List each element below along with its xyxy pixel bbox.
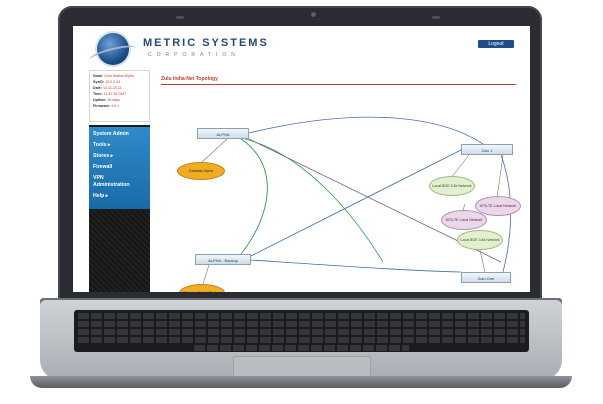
brand-subtitle: CORPORATION <box>148 52 240 58</box>
webcam-icon <box>311 12 316 17</box>
local-network-oval[interactable]: Local BGE 3.8x Network <box>429 176 475 196</box>
menu-item-system-admin[interactable]: System Admin <box>93 131 129 137</box>
keyboard[interactable] <box>74 310 529 352</box>
node-zulu-1[interactable]: Zulu 1 <box>461 144 513 155</box>
link-alpha-backup <box>240 138 268 255</box>
node-alpha[interactable]: ALPHA <box>197 128 249 139</box>
info-row: Firmware: 4.0.1 <box>93 104 120 108</box>
menu-item-administration[interactable]: Administration <box>93 182 130 188</box>
laptop-screen: METRIC SYSTEMS CORPORATION Logout Node: … <box>73 26 530 292</box>
menu-item-firewall[interactable]: Firewall <box>93 164 112 170</box>
menu-item-vpn[interactable]: VPN <box>93 175 104 181</box>
logout-button[interactable]: Logout <box>478 40 514 48</box>
local-network-oval[interactable]: Local BGE 3.8x Network <box>457 230 503 250</box>
main-content: Zulu India-Net Topology ALPHA ALPHA - Ba… <box>161 76 521 292</box>
system-info-panel: Node: Gold Station Alpha SysID: 10.0.0.3… <box>89 70 150 122</box>
link-backup-zulu1 <box>250 149 462 257</box>
lid-indicator <box>432 16 440 19</box>
node-alpha-backup[interactable]: ALPHA - Backup <box>195 254 251 265</box>
link-backup-zuluone <box>250 259 462 273</box>
laptop-front-edge <box>30 376 572 388</box>
brand-name: METRIC SYSTEMS <box>143 37 269 49</box>
link-alpha-zulu1 <box>248 116 484 145</box>
node-zulu-one[interactable]: Zulu One <box>461 272 511 283</box>
menu-item-stores[interactable]: Stores ▸ <box>93 153 113 159</box>
sidebar-menu: System Admin Tools ▸ Stores ▸ Firewall V… <box>89 127 150 209</box>
lte-network-oval[interactable]: WT/LTE Local Network <box>441 210 487 230</box>
sidebar-texture <box>89 211 150 292</box>
header: METRIC SYSTEMS CORPORATION Logout <box>73 26 530 72</box>
menu-item-help[interactable]: Help ▸ <box>93 193 108 199</box>
gateway-alpha-oval[interactable]: Gateway Alpha <box>177 162 225 180</box>
menu-item-tools[interactable]: Tools ▸ <box>93 142 111 148</box>
sidebar: System Admin Tools ▸ Stores ▸ Firewall V… <box>89 125 150 292</box>
lid-indicator <box>176 16 184 19</box>
link-alpha-zuluone-2 <box>244 138 384 263</box>
